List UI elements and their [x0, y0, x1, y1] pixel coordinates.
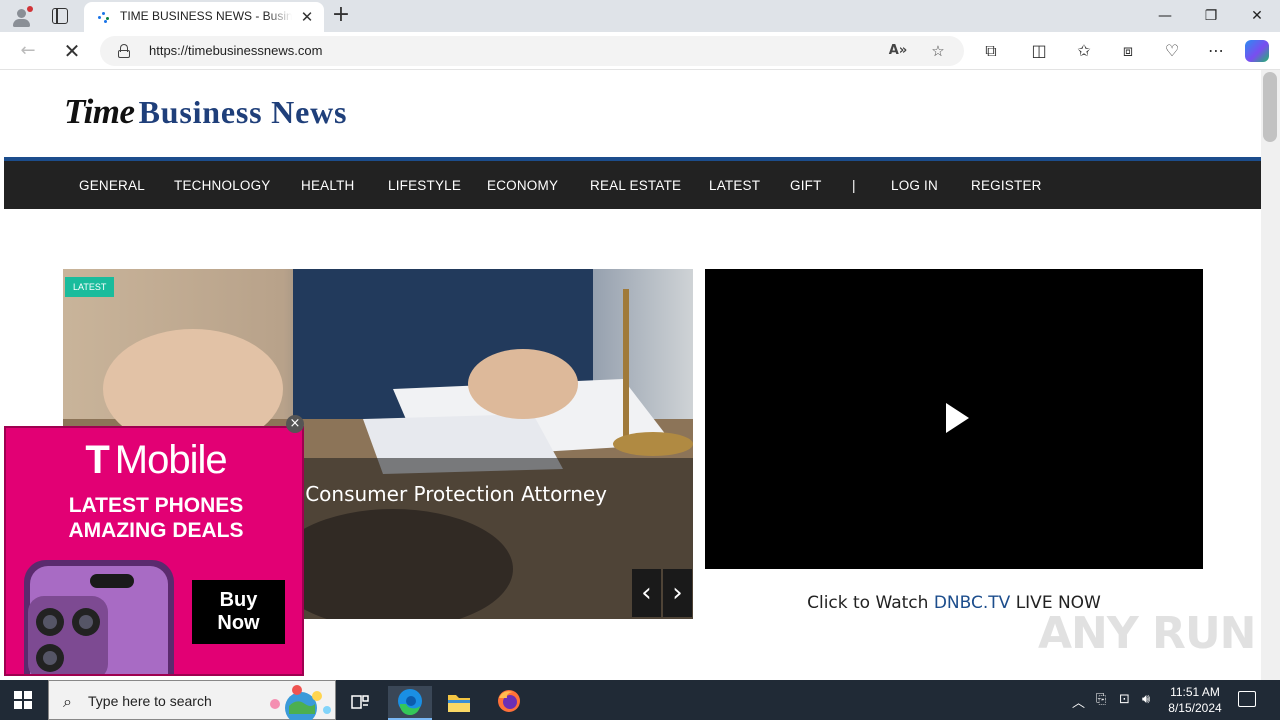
- nav-item-lifestyle[interactable]: LIFESTYLE: [388, 178, 461, 193]
- taskbar-search-box[interactable]: ⌕ Type here to search: [48, 680, 336, 720]
- nav-item-real-estate[interactable]: REAL ESTATE: [590, 178, 681, 193]
- task-view-icon[interactable]: [338, 686, 382, 720]
- ad-headline-2: AMAZING DEALS: [68, 519, 244, 542]
- minimize-button[interactable]: —: [1142, 4, 1188, 28]
- ad-brand-name: Mobile: [114, 438, 228, 482]
- clock-date: 8/15/2024: [1168, 701, 1222, 715]
- scrollbar-thumb[interactable]: [1263, 72, 1277, 142]
- more-menu-icon[interactable]: ⋯: [1204, 40, 1228, 62]
- dnbc-tv-link[interactable]: DNBC.TV: [934, 593, 1010, 613]
- ad-brand: T Mobile: [6, 438, 302, 483]
- copilot-icon[interactable]: [1245, 40, 1269, 62]
- profile-avatar-icon[interactable]: [10, 6, 33, 28]
- restore-button[interactable]: ❐: [1188, 4, 1234, 28]
- logo-word-business-news: Business News: [138, 94, 348, 130]
- file-explorer-icon[interactable]: [437, 686, 481, 720]
- category-badge[interactable]: LATEST: [65, 277, 115, 297]
- stop-loading-button[interactable]: ✕: [60, 39, 84, 63]
- firefox-icon[interactable]: [487, 686, 531, 720]
- page-scrollbar[interactable]: [1261, 70, 1280, 680]
- notification-center-icon[interactable]: [1238, 691, 1256, 707]
- back-button[interactable]: ←: [16, 39, 40, 63]
- nav-item-technology[interactable]: TECHNOLOGY: [174, 178, 271, 193]
- nav-item-log-in[interactable]: LOG IN: [891, 178, 938, 193]
- nav-item-general[interactable]: GENERAL: [79, 178, 145, 193]
- phone-image: [24, 560, 174, 674]
- slide-title[interactable]: t Consumer Protection Attorney: [291, 482, 607, 506]
- web-page: Time Business News GENERAL TECHNOLOGY HEA…: [4, 70, 1261, 680]
- extensions-icon[interactable]: ⧉: [979, 40, 1003, 62]
- read-aloud-icon[interactable]: A»: [888, 41, 908, 61]
- site-favicon-icon: [96, 10, 112, 24]
- edge-taskbar-icon[interactable]: [388, 686, 432, 720]
- split-screen-icon[interactable]: ◫: [1027, 40, 1051, 62]
- favorite-star-icon[interactable]: ☆: [928, 41, 948, 61]
- volume-icon[interactable]: 🔊︎: [1142, 692, 1150, 707]
- search-highlight-icon: [270, 685, 331, 720]
- buy-now-line-1: Buy: [219, 589, 258, 611]
- main-navigation: GENERAL TECHNOLOGY HEALTH LIFESTYLE ECON…: [4, 157, 1261, 209]
- video-player[interactable]: [705, 269, 1203, 569]
- windows-start-icon[interactable]: [14, 691, 32, 709]
- buy-now-button[interactable]: Buy Now: [192, 580, 285, 644]
- browser-essentials-icon[interactable]: ♡: [1160, 40, 1184, 62]
- anyrun-watermark: ANY RUN: [1038, 608, 1256, 659]
- caption-text-before: Click to Watch: [807, 593, 934, 613]
- tab-close-icon[interactable]: ✕: [298, 8, 316, 26]
- favorites-icon[interactable]: ✩: [1072, 40, 1096, 62]
- new-tab-button[interactable]: +: [330, 4, 352, 26]
- buy-now-line-2: Now: [217, 612, 260, 634]
- windows-taskbar: ⌕ Type here to search ︿ ⎘ ⊡ 🔊︎ 11:51 AM …: [0, 680, 1280, 720]
- nav-item-register[interactable]: REGISTER: [971, 178, 1042, 193]
- slider-prev-button[interactable]: ‹: [632, 569, 661, 617]
- clock-time: 11:51 AM: [1170, 685, 1220, 699]
- meet-now-icon[interactable]: ⎘: [1096, 692, 1106, 707]
- browser-tab-active[interactable]: TIME BUSINESS NEWS - Business News ✕: [84, 2, 324, 32]
- nav-item-gift[interactable]: GIFT: [790, 178, 822, 193]
- tmobile-logo-mark: T: [85, 438, 109, 482]
- nav-item-economy[interactable]: ECONOMY: [487, 178, 558, 193]
- browser-tab-bar: TIME BUSINESS NEWS - Business News ✕ + —…: [0, 0, 1280, 32]
- tab-actions-icon[interactable]: [52, 8, 68, 24]
- logo-word-time: Time: [64, 92, 135, 131]
- nav-separator: |: [852, 178, 856, 193]
- address-bar[interactable]: https://timebusinessnews.com A» ☆: [100, 36, 964, 66]
- tmobile-ad-banner[interactable]: T Mobile LATEST PHONES AMAZING DEALS Buy …: [4, 426, 304, 676]
- nav-item-latest[interactable]: LATEST: [709, 178, 760, 193]
- lock-icon[interactable]: [118, 44, 130, 58]
- site-logo[interactable]: Time Business News: [64, 92, 347, 132]
- url-text[interactable]: https://timebusinessnews.com: [149, 43, 322, 58]
- slider-next-button[interactable]: ›: [663, 569, 692, 617]
- nav-item-health[interactable]: HEALTH: [301, 178, 354, 193]
- browser-toolbar: ← ✕ https://timebusinessnews.com A» ☆ ⧉ …: [0, 32, 1280, 70]
- ad-headline-1: LATEST PHONES: [68, 494, 244, 517]
- search-icon: ⌕: [63, 692, 72, 711]
- window-close-button[interactable]: ✕: [1234, 4, 1280, 28]
- tray-overflow-icon[interactable]: ︿: [1072, 692, 1085, 711]
- collections-icon[interactable]: ⧈: [1116, 40, 1140, 62]
- tab-title: TIME BUSINESS NEWS - Business News: [120, 9, 292, 23]
- network-icon[interactable]: ⊡: [1119, 692, 1130, 707]
- search-placeholder: Type here to search: [88, 693, 212, 709]
- play-icon[interactable]: [946, 403, 969, 433]
- taskbar-clock[interactable]: 11:51 AM 8/15/2024: [1160, 684, 1230, 716]
- ad-close-button[interactable]: ×: [286, 415, 304, 433]
